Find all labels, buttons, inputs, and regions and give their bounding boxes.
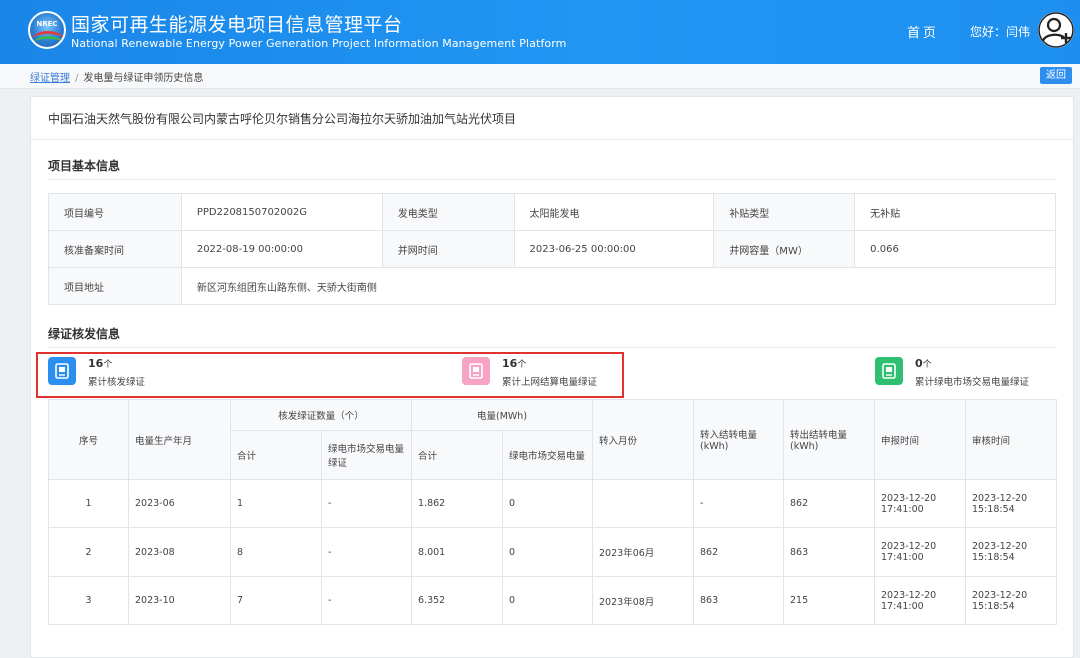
header-cert-market: 绿电市场交易电量绿证 (320, 430, 413, 480)
header-month: 电量生产年月 (128, 399, 231, 480)
cell-seq: 1 (48, 479, 129, 528)
cell-report-time: 2023-12-20 17:41:00 (874, 527, 967, 577)
cell-audit-time: 2023-12-20 15:18:54 (965, 576, 1058, 625)
header-report-time: 申报时间 (874, 399, 967, 480)
breadcrumb-root-link[interactable]: 绿证管理 (30, 73, 70, 84)
cell-seq: 2 (48, 527, 129, 577)
header-cert-group: 核发绿证数量（个） (229, 399, 413, 431)
cell-transfer-in: 862 (693, 527, 785, 577)
table-row: 1 2023-06 1 - 1.862 0 - 862 2023-12-20 17… (48, 479, 1058, 528)
back-button[interactable]: 返回 (1040, 67, 1072, 84)
info-row: 核准备案时间 2022-08-19 00:00:00 并网时间 2023-06-… (48, 230, 1056, 268)
cell-month: 2023-10 (128, 576, 231, 625)
cell-cert-market: - (320, 576, 413, 625)
cell-transfer-out: 215 (783, 576, 876, 625)
divider (31, 139, 1073, 140)
cell-power-total: 1.862 (411, 479, 504, 528)
cell-report-time: 2023-12-20 17:41:00 (874, 479, 967, 528)
info-label: 项目编号 (48, 193, 182, 231)
cell-transfer-out: 863 (783, 527, 876, 577)
cell-transfer-month: 2023年08月 (592, 576, 695, 625)
platform-title: 国家可再生能源发电项目信息管理平台 (71, 14, 403, 36)
header-power-total: 合计 (411, 430, 504, 480)
cell-cert-total: 1 (230, 479, 322, 528)
header-transfer-month: 转入月份 (592, 399, 695, 480)
info-value: 新区河东组团东山路东侧、天骄大街南侧 (180, 267, 1057, 305)
cell-power-total: 8.001 (411, 527, 504, 577)
cell-seq: 3 (48, 576, 129, 625)
header-transfer-in: 转入结转电量(kWh) (693, 399, 785, 480)
cell-transfer-in: - (693, 479, 785, 528)
cell-cert-total: 7 (230, 576, 322, 625)
info-value: 2023-06-25 00:00:00 (513, 230, 715, 268)
cell-cert-total: 8 (230, 527, 322, 577)
table-row: 3 2023-10 7 - 6.352 0 2023年08月 863 215 2… (48, 576, 1058, 625)
info-value: 2022-08-19 00:00:00 (180, 230, 383, 268)
cell-month: 2023-08 (128, 527, 231, 577)
basic-info-table: 项目编号 PPD2208150702002G 发电类型 太阳能发电 补贴类型 无… (48, 193, 1057, 305)
info-row: 项目地址 新区河东组团东山路东侧、天骄大街南侧 (48, 267, 1057, 305)
breadcrumb-bar: 绿证管理 / 发电量与绿证申领历史信息 返回 (0, 64, 1080, 89)
certificate-history-table: 序号 电量生产年月 核发绿证数量（个） 电量(MWh) 转入月份 转入结转电量(… (48, 399, 1058, 625)
info-label: 并网时间 (381, 230, 515, 268)
document-icon (48, 357, 76, 385)
cell-month: 2023-06 (128, 479, 231, 528)
table-row: 2 2023-08 8 - 8.001 0 2023年06月 862 863 2… (48, 527, 1058, 577)
cell-transfer-month: 2023年06月 (592, 527, 695, 577)
stat-label: 累计绿电市场交易电量绿证 (915, 377, 1030, 388)
header-power-group: 电量(MWh) (411, 399, 594, 431)
header-transfer-out: 转出结转电量(kWh) (783, 399, 876, 480)
header-seq: 序号 (48, 399, 129, 480)
cell-audit-time: 2023-12-20 15:18:54 (965, 527, 1058, 577)
stat-count: 16个 (88, 357, 113, 370)
info-value: 太阳能发电 (513, 193, 715, 231)
info-label: 发电类型 (381, 193, 515, 231)
info-value: 无补贴 (854, 193, 1056, 231)
cell-transfer-month (592, 479, 695, 528)
info-label: 补贴类型 (713, 193, 856, 231)
stat-count: 0个 (915, 357, 932, 370)
stat-count: 16个 (502, 357, 527, 370)
breadcrumb: 绿证管理 / 发电量与绿证申领历史信息 (30, 69, 203, 84)
cell-audit-time: 2023-12-20 15:18:54 (965, 479, 1058, 528)
info-value: 0.066 (854, 230, 1056, 268)
stat-label: 累计核发绿证 (88, 377, 146, 388)
info-label: 并网容量（MW） (713, 230, 856, 268)
nav-home-link[interactable]: 首页 (907, 22, 939, 41)
cell-cert-market: - (320, 479, 413, 528)
divider (48, 179, 1056, 180)
document-icon (875, 357, 903, 385)
info-row: 项目编号 PPD2208150702002G 发电类型 太阳能发电 补贴类型 无… (48, 193, 1056, 231)
breadcrumb-current: 发电量与绿证申领历史信息 (83, 73, 204, 84)
header-cert-total: 合计 (230, 430, 322, 480)
verify-info-title: 绿证核发信息 (48, 327, 121, 341)
stat-label: 累计上网结算电量绿证 (502, 377, 598, 388)
divider (48, 347, 1056, 348)
platform-logo[interactable]: NREC (28, 11, 66, 49)
cell-report-time: 2023-12-20 17:41:00 (874, 576, 967, 625)
user-add-icon[interactable] (1038, 12, 1074, 48)
cell-power-market: 0 (502, 576, 594, 625)
header-audit-time: 审核时间 (965, 399, 1058, 480)
cell-transfer-in: 863 (693, 576, 785, 625)
platform-subtitle: National Renewable Energy Power Generati… (71, 37, 567, 50)
top-header: NREC 国家可再生能源发电项目信息管理平台 National Renewabl… (0, 0, 1080, 64)
project-detail-card: 中国石油天然气股份有限公司内蒙古呼伦贝尔销售分公司海拉尔天骄加油加气站光伏项目 … (30, 96, 1074, 658)
cell-transfer-out: 862 (783, 479, 876, 528)
logo-text: NREC (36, 20, 58, 28)
cell-power-market: 0 (502, 527, 594, 577)
basic-info-title: 项目基本信息 (48, 159, 121, 173)
info-value: PPD2208150702002G (180, 193, 383, 231)
cell-cert-market: - (320, 527, 413, 577)
cell-power-total: 6.352 (411, 576, 504, 625)
info-label: 项目地址 (48, 267, 182, 305)
user-greeting: 您好：闫伟 (970, 25, 1031, 39)
breadcrumb-separator: / (75, 73, 79, 84)
document-icon (462, 357, 490, 385)
project-name: 中国石油天然气股份有限公司内蒙古呼伦贝尔销售分公司海拉尔天骄加油加气站光伏项目 (48, 112, 517, 126)
header-power-market: 绿电市场交易电量 (502, 430, 594, 480)
info-label: 核准备案时间 (48, 230, 182, 268)
cell-power-market: 0 (502, 479, 594, 528)
table-header-row: 序号 电量生产年月 核发绿证数量（个） 电量(MWh) 转入月份 转入结转电量(… (48, 399, 1058, 480)
